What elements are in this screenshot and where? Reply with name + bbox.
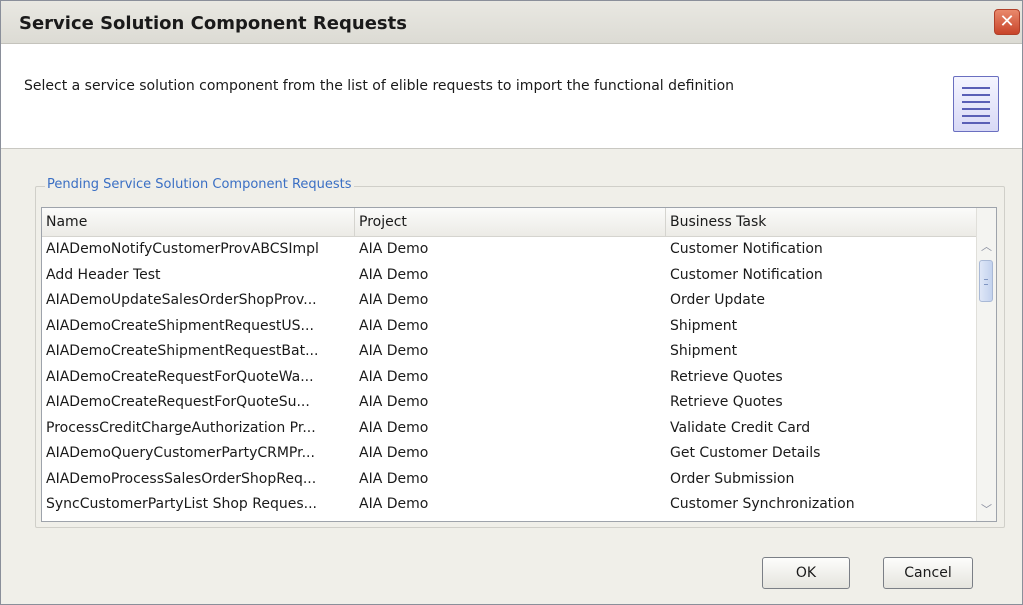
cell-name: AIADemoQueryCustomerPartyCRMPr... (46, 445, 315, 461)
cell-project: AIA Demo (359, 419, 429, 436)
table-row[interactable]: AIADemoCreateRequestForQuoteSu... AIA Dem… (42, 390, 976, 416)
cell-name: AIADemoProcessSalesOrderShopReq... (46, 470, 317, 487)
cell-business-task: Customer Notification (670, 241, 823, 257)
table-body: AIADemoNotifyCustomerProvABCSImpl AIA Dem… (42, 237, 976, 521)
cell-name: AIADemoCreateRequestForQuoteWa... (46, 368, 314, 385)
cell-name: ProcessCreditChargeAuthorization Pr... (46, 419, 316, 436)
title-bar[interactable]: Service Solution Component Requests ✕ (1, 1, 1022, 44)
cell-project: AIA Demo (359, 496, 429, 512)
cell-name: AIADemoCreateShipmentRequestUS... (46, 317, 314, 334)
cell-project: AIA Demo (359, 292, 429, 308)
cell-business-task: Shipment (670, 317, 738, 334)
cell-project: AIA Demo (359, 317, 429, 334)
scroll-up-icon[interactable]: ︿ (977, 238, 996, 256)
requests-group-label: Pending Service Solution Component Reque… (45, 177, 354, 192)
cell-project: AIA Demo (359, 394, 429, 410)
cell-business-task: Order Update (670, 292, 765, 308)
document-lines-icon (953, 76, 999, 132)
scroll-thumb[interactable] (979, 260, 993, 302)
table-row[interactable]: AIADemoCreateRequestForQuoteWa... AIA Dem… (42, 365, 976, 391)
close-button[interactable]: ✕ (994, 9, 1020, 35)
table-row[interactable]: AIADemoQueryCustomerPartyCRMPr... AIA Dem… (42, 441, 976, 467)
table-row[interactable]: ProcessCreditChargeAuthorization Pr... AI… (42, 416, 976, 442)
cell-business-task: Validate Credit Card (670, 419, 811, 436)
table-row[interactable]: SyncCustomerPartyList Shop Reques... AIA … (42, 492, 976, 518)
cancel-button[interactable]: Cancel (883, 557, 973, 589)
table-row[interactable]: AIADemoCreateShipmentRequestBat... AIA De… (42, 339, 976, 365)
table-row[interactable]: AIADemoNotifyCustomerProvABCSImpl AIA Dem… (42, 237, 976, 263)
table-row[interactable]: AIADemoProcessSalesOrderShopReq... AIA De… (42, 467, 976, 493)
cell-project: AIA Demo (359, 445, 429, 461)
dialog-description: Select a service solution component from… (24, 78, 735, 94)
vertical-scrollbar[interactable]: ︿ ﹀ (976, 208, 996, 521)
dialog-window: Service Solution Component Requests ✕ Se… (0, 0, 1023, 605)
table-row[interactable]: AIADemoUpdateSalesOrderShopProv... AIA De… (42, 288, 976, 314)
ok-button[interactable]: OK (762, 557, 850, 589)
cell-business-task: Retrieve Quotes (670, 394, 783, 410)
cell-business-task: Shipment (670, 343, 738, 359)
cell-project: AIA Demo (359, 241, 429, 257)
cell-business-task: Retrieve Quotes (670, 368, 783, 385)
cell-business-task: Customer Notification (670, 266, 823, 283)
cell-name: AIADemoCreateRequestForQuoteSu... (46, 394, 310, 410)
cell-business-task: Get Customer Details (670, 445, 821, 461)
header-area: Select a service solution component from… (1, 44, 1022, 149)
cell-name: Add Header Test (46, 266, 161, 283)
column-header-business-task[interactable]: Business Task (666, 208, 976, 236)
column-header-project[interactable]: Project (355, 208, 666, 236)
column-header-name[interactable]: Name (42, 208, 355, 236)
scroll-down-icon[interactable]: ﹀ (977, 501, 996, 519)
table-row[interactable]: Add Header Test AIA Demo Customer Notifica… (42, 263, 976, 289)
cell-name: AIADemoNotifyCustomerProvABCSImpl (46, 241, 319, 257)
close-icon: ✕ (999, 11, 1015, 32)
cell-business-task: Order Submission (670, 470, 795, 487)
requests-table: Name Project Business Task AIADemoNotify… (41, 207, 997, 522)
cell-name: AIADemoCreateShipmentRequestBat... (46, 343, 319, 359)
cell-name: AIADemoUpdateSalesOrderShopProv... (46, 292, 317, 308)
cell-project: AIA Demo (359, 470, 429, 487)
table-row[interactable]: AIADemoCreateShipmentRequestUS... AIA Dem… (42, 314, 976, 340)
table-header: Name Project Business Task (42, 208, 976, 237)
cell-project: AIA Demo (359, 368, 429, 385)
cell-project: AIA Demo (359, 343, 429, 359)
cell-business-task: Customer Synchronization (670, 496, 855, 512)
cell-name: SyncCustomerPartyList Shop Reques... (46, 496, 317, 512)
dialog-title: Service Solution Component Requests (19, 13, 407, 34)
cell-project: AIA Demo (359, 266, 429, 283)
